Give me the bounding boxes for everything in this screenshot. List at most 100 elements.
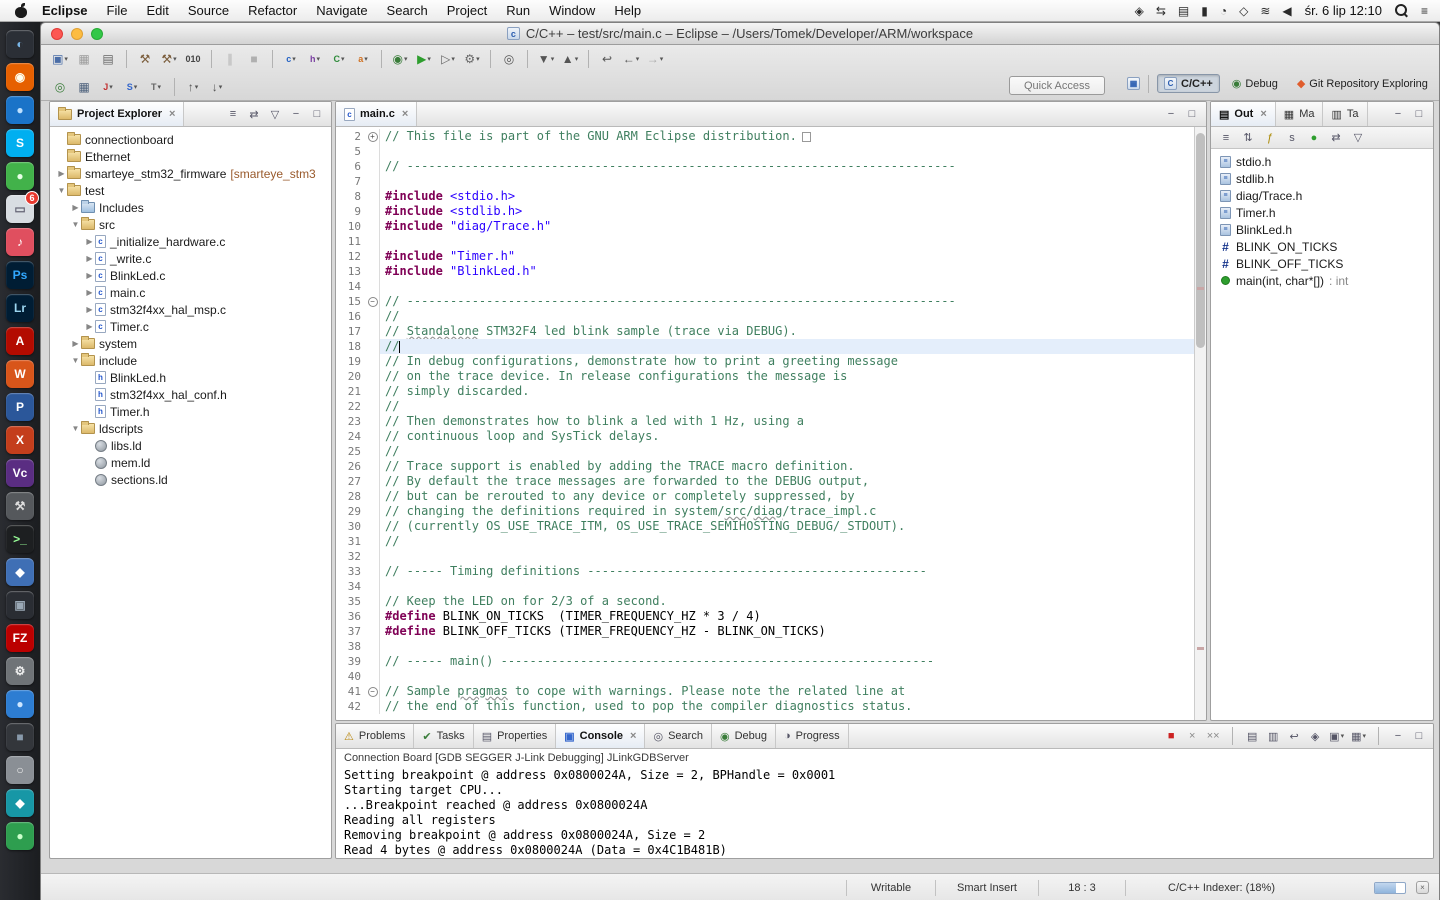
outline-item-timer-h[interactable]: ≡Timer.h (1211, 204, 1433, 221)
tree-item-include[interactable]: ▼include (50, 352, 331, 369)
dock-app-tools[interactable]: ⚒ (6, 492, 34, 520)
dock-app-filezilla[interactable]: FZ (6, 624, 34, 652)
line-number[interactable]: 23 (336, 414, 366, 429)
terminate-icon[interactable]: ■ (1164, 728, 1178, 744)
dock-app-x[interactable]: X (6, 426, 34, 454)
volume-icon[interactable]: ◀ (1282, 4, 1291, 18)
dock-app-skype[interactable]: S (6, 129, 34, 157)
toolbar-pause-button[interactable]: ∥ (219, 48, 241, 70)
fold-column[interactable] (366, 414, 380, 429)
code-text[interactable]: #include "BlinkLed.h" (380, 264, 1194, 279)
dock-app-green[interactable]: ● (6, 162, 34, 190)
spelling-marker[interactable] (1197, 287, 1204, 290)
fold-column[interactable] (366, 474, 380, 489)
chevron-collapsed-icon[interactable]: ▶ (84, 305, 95, 314)
line-number[interactable]: 13 (336, 264, 366, 279)
fold-column[interactable] (366, 699, 380, 714)
dock-app-photoshop[interactable]: Ps (6, 261, 34, 289)
tree-item--initialize-hardware-c[interactable]: ▶c_initialize_hardware.c (50, 233, 331, 250)
toolbar-semihosting-button[interactable]: S▾ (121, 76, 143, 98)
fold-column[interactable] (366, 489, 380, 504)
code-line-31[interactable]: 31// (336, 534, 1194, 549)
dock-app-finder[interactable]: ◐ (6, 30, 34, 58)
code-line-6[interactable]: 6// ------------------------------------… (336, 159, 1194, 174)
console-output[interactable]: Connection Board [GDB SEGGER J-Link Debu… (336, 749, 1433, 858)
fold-column[interactable] (366, 579, 380, 594)
zoom-button[interactable] (91, 28, 103, 40)
hide-static-members-icon[interactable]: s (1285, 130, 1299, 146)
fold-collapse-icon[interactable]: − (368, 687, 378, 697)
tree-item-timer-c[interactable]: ▶cTimer.c (50, 318, 331, 335)
toolbar-last-edit-location-button[interactable]: ↩ (596, 48, 618, 70)
dock-app-settings[interactable]: ⚙ (6, 657, 34, 685)
code-text[interactable]: // -------------------------------------… (380, 294, 1194, 309)
dock-app-firefox[interactable]: ◉ (6, 63, 34, 91)
sync-icon[interactable]: ⇆ (1156, 4, 1166, 18)
code-text[interactable]: #include <stdlib.h> (380, 204, 1194, 219)
code-line-11[interactable]: 11 (336, 234, 1194, 249)
minimize-icon[interactable]: − (1164, 106, 1178, 122)
dock-app-acrobat[interactable]: A (6, 327, 34, 355)
fold-column[interactable] (366, 429, 380, 444)
code-text[interactable] (380, 669, 1194, 684)
tree-item-system[interactable]: ▶system (50, 335, 331, 352)
code-text[interactable]: // (380, 309, 1194, 324)
word-wrap-icon[interactable]: ↩ (1287, 728, 1301, 744)
menu-help[interactable]: Help (614, 3, 641, 18)
tree-item--write-c[interactable]: ▶c_write.c (50, 250, 331, 267)
line-number[interactable]: 31 (336, 534, 366, 549)
code-line-2[interactable]: 2+// This file is part of the GNU ARM Ec… (336, 129, 1194, 144)
chevron-expanded-icon[interactable]: ▼ (70, 220, 81, 229)
line-number[interactable]: 29 (336, 504, 366, 519)
code-text[interactable]: // Trace support is enabled by adding th… (380, 459, 1194, 474)
toolbar-new-c-file-button[interactable]: c▾ (280, 48, 302, 70)
code-line-14[interactable]: 14 (336, 279, 1194, 294)
code-text[interactable]: // By default the trace messages are for… (380, 474, 1194, 489)
line-number[interactable]: 36 (336, 609, 366, 624)
quick-access-button[interactable]: Quick Access (1009, 76, 1105, 95)
chevron-collapsed-icon[interactable]: ▶ (84, 322, 95, 331)
fold-column[interactable]: − (366, 684, 380, 699)
toolbar-move-up-button[interactable]: ↑▾ (182, 76, 204, 98)
tree-item-connectionboard[interactable]: connectionboard (50, 131, 331, 148)
toolbar-new-wizard-button[interactable]: ▣▾ (49, 48, 71, 70)
minimize-icon[interactable]: − (289, 106, 303, 122)
line-number[interactable]: 2 (336, 129, 366, 144)
code-text[interactable]: // (380, 444, 1194, 459)
toolbar-search-button[interactable]: ◎ (498, 48, 520, 70)
code-line-36[interactable]: 36#define BLINK_ON_TICKS (TIMER_FREQUENC… (336, 609, 1194, 624)
link-with-editor-icon[interactable]: ⇄ (247, 106, 261, 122)
code-line-32[interactable]: 32 (336, 549, 1194, 564)
code-line-13[interactable]: 13 #include "BlinkLed.h" (336, 264, 1194, 279)
line-number[interactable]: 28 (336, 489, 366, 504)
code-line-42[interactable]: 42// the end of this function, used to p… (336, 699, 1194, 714)
line-number[interactable]: 37 (336, 624, 366, 639)
line-number[interactable]: 18 (336, 339, 366, 354)
line-number[interactable]: 9 (336, 204, 366, 219)
fold-column[interactable] (366, 204, 380, 219)
fold-column[interactable] (366, 324, 380, 339)
line-number[interactable]: 10 (336, 219, 366, 234)
code-line-9[interactable]: 9 #include <stdlib.h> (336, 204, 1194, 219)
open-perspective-icon[interactable]: ▦ (1127, 77, 1140, 90)
fold-column[interactable] (366, 249, 380, 264)
toolbar-move-down-button[interactable]: ↓▾ (206, 76, 228, 98)
stop-indexer-icon[interactable]: × (1416, 881, 1429, 894)
code-line-21[interactable]: 21// simply discarded. (336, 384, 1194, 399)
outline-item-stdlib-h[interactable]: ≡stdlib.h (1211, 170, 1433, 187)
dock-app-music[interactable]: ♪ (6, 228, 34, 256)
line-number[interactable]: 19 (336, 354, 366, 369)
fold-column[interactable] (366, 384, 380, 399)
fold-column[interactable] (366, 144, 380, 159)
code-text[interactable] (380, 279, 1194, 294)
line-number[interactable]: 30 (336, 519, 366, 534)
fold-column[interactable] (366, 264, 380, 279)
code-line-7[interactable]: 7 (336, 174, 1194, 189)
keyboard-icon[interactable]: ▤ (1178, 4, 1189, 18)
tree-item-includes[interactable]: ▶Includes (50, 199, 331, 216)
chevron-collapsed-icon[interactable]: ▶ (84, 271, 95, 280)
perspective-debug[interactable]: ◉Debug (1225, 74, 1285, 93)
dock-app-dark-grid[interactable]: ▣ (6, 591, 34, 619)
display-selected-console-icon[interactable]: ▣▾ (1329, 728, 1344, 744)
minimize-icon[interactable]: − (1391, 728, 1405, 744)
